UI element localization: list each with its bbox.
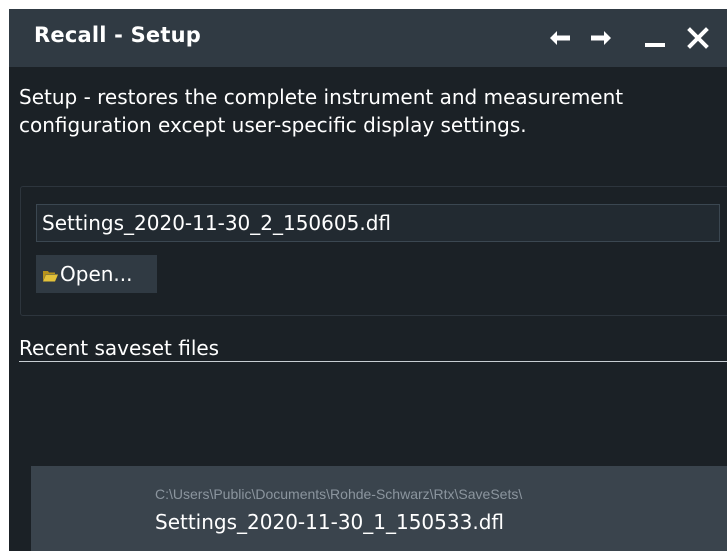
description-text: Setup - restores the complete instrument… <box>19 85 624 137</box>
recent-file-name: Settings_2020-11-30_1_150533.dfl <box>155 510 504 534</box>
recent-file-path: C:\Users\Public\Documents\Rohde-Schwarz\… <box>155 486 523 502</box>
recall-setup-dialog: Recall - Setup Setup - restores the comp… <box>9 9 727 551</box>
dialog-title: Recall - Setup <box>34 23 201 47</box>
forward-arrow-icon[interactable] <box>585 23 615 53</box>
recent-files-list: C:\Users\Public\Documents\Rohde-Schwarz\… <box>31 466 727 551</box>
file-selection-group: Settings_2020-11-30_2_150605.dfl Open... <box>20 186 727 316</box>
file-path-field[interactable]: Settings_2020-11-30_2_150605.dfl <box>36 204 720 242</box>
minimize-icon[interactable] <box>642 23 672 53</box>
recent-files-header: Recent saveset files <box>19 336 220 360</box>
recent-file-item[interactable]: C:\Users\Public\Documents\Rohde-Schwarz\… <box>31 466 727 551</box>
folder-icon <box>43 267 58 286</box>
back-arrow-icon[interactable] <box>546 23 576 53</box>
open-button[interactable]: Open... <box>36 255 157 293</box>
open-button-label: Open... <box>60 262 133 286</box>
section-divider <box>19 361 727 362</box>
title-bar[interactable]: Recall - Setup <box>9 9 727 67</box>
close-icon[interactable] <box>683 23 713 53</box>
